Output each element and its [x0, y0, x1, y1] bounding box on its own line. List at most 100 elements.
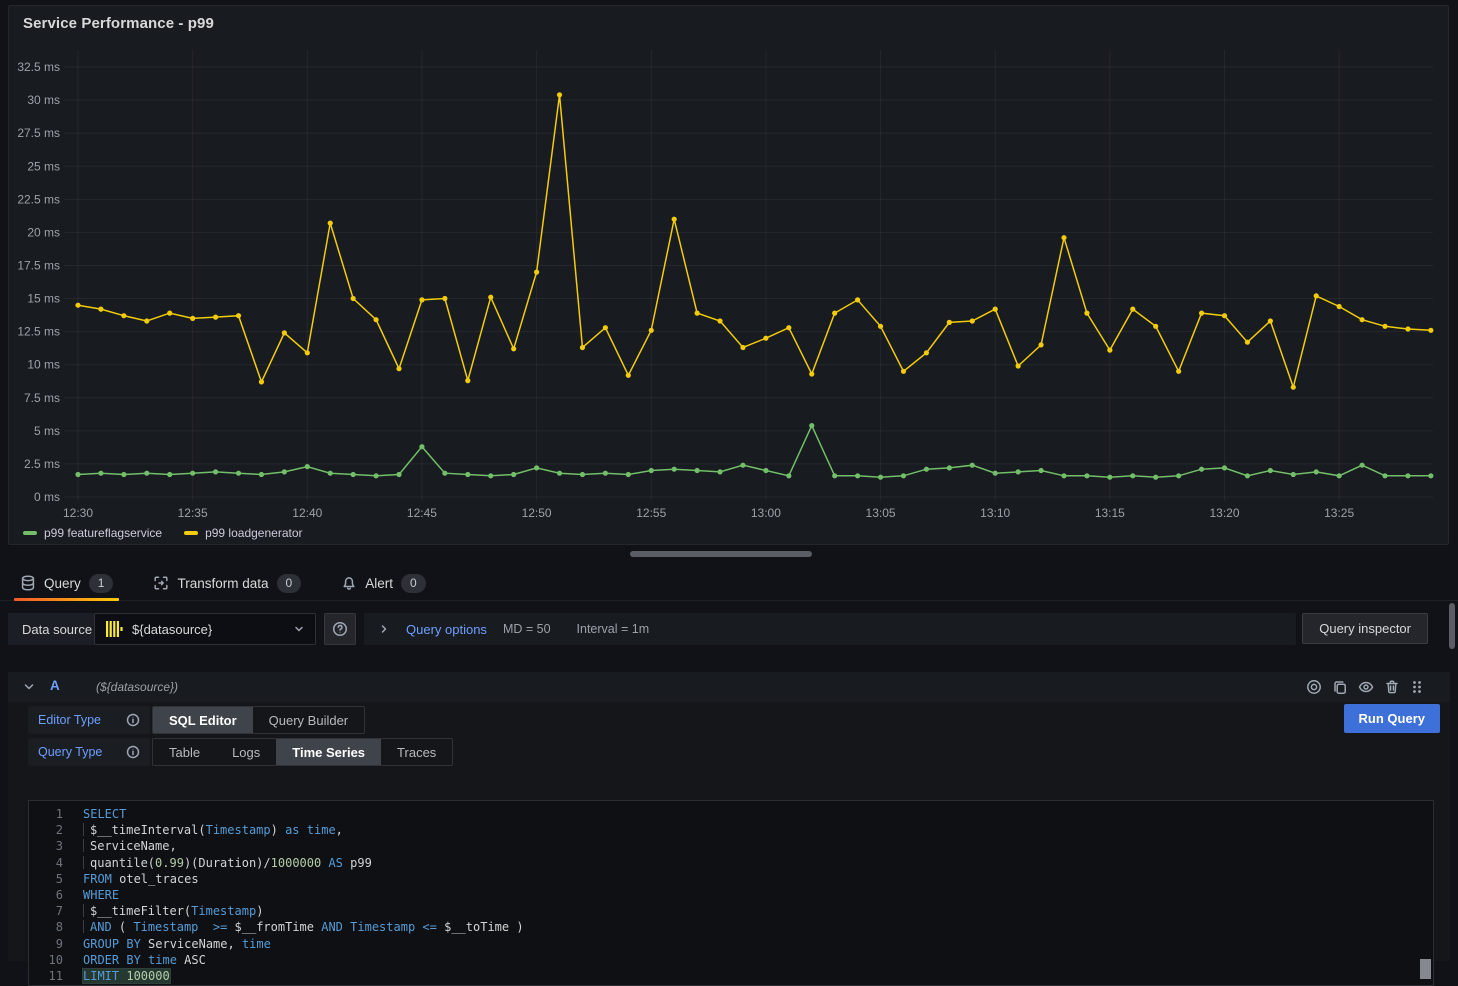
svg-text:12:40: 12:40 — [292, 506, 322, 520]
svg-text:12:30: 12:30 — [63, 506, 93, 520]
query-editor-controls: Editor Type SQL Editor Query Builder Que… — [8, 702, 1450, 961]
editor-type-label: Editor Type — [38, 713, 101, 727]
record-circle-icon[interactable] — [1306, 679, 1322, 695]
question-circle-icon — [332, 621, 348, 637]
clickhouse-logo-icon — [105, 620, 123, 638]
drag-handle-grip-icon[interactable] — [1410, 679, 1424, 695]
line-number: 3 — [29, 838, 63, 854]
legend-swatch-yellow — [184, 531, 198, 535]
segment-query-builder[interactable]: Query Builder — [253, 707, 364, 733]
svg-text:5 ms: 5 ms — [34, 424, 60, 438]
query-inspector-button[interactable]: Query inspector — [1302, 613, 1428, 644]
max-data-points-value: MD = 50 — [503, 622, 551, 636]
timeseries-chart[interactable]: 0 ms2.5 ms5 ms7.5 ms10 ms12.5 ms15 ms17.… — [9, 40, 1449, 528]
svg-text:12:50: 12:50 — [522, 506, 552, 520]
code-text: $__timeFilter(Timestamp) — [63, 903, 263, 919]
line-number: 10 — [29, 952, 63, 968]
code-text: GROUP BY ServiceName, time — [63, 936, 271, 952]
code-line: 6WHERE — [29, 887, 1433, 903]
line-number: 1 — [29, 806, 63, 822]
code-text: FROM otel_traces — [63, 871, 199, 887]
svg-text:0 ms: 0 ms — [34, 490, 60, 504]
editor-tabs: Query 1 Transform data 0 Alert 0 — [0, 566, 1458, 601]
line-number: 4 — [29, 855, 63, 871]
code-text: ServiceName, — [63, 838, 177, 854]
code-line: 5FROM otel_traces — [29, 871, 1433, 887]
datasource-value: ${datasource} — [132, 622, 212, 637]
info-circle-icon[interactable] — [126, 713, 140, 727]
code-text: WHERE — [63, 887, 119, 903]
bell-icon — [341, 575, 357, 591]
duplicate-query-icon[interactable] — [1332, 679, 1348, 695]
code-text: LIMIT 100000 — [63, 968, 170, 984]
tab-count-badge: 0 — [401, 574, 426, 593]
query-datasource-ref: (${datasource}) — [96, 680, 178, 694]
tab-label: Transform data — [177, 576, 268, 591]
query-row-actions — [1306, 679, 1424, 695]
segment-traces[interactable]: Traces — [381, 739, 452, 765]
code-text: AND ( Timestamp >= $__fromTime AND Times… — [63, 919, 524, 935]
code-line: 4quantile(0.99)(Duration)/1000000 AS p99 — [29, 855, 1433, 871]
line-number: 2 — [29, 822, 63, 838]
segment-sql-editor[interactable]: SQL Editor — [153, 707, 253, 733]
datasource-toolbar: Data source ${datasource} — [8, 613, 1450, 645]
query-editor-card: A (${datasource}) — [8, 672, 1450, 961]
tab-query[interactable]: Query 1 — [20, 566, 113, 601]
svg-text:12:55: 12:55 — [636, 506, 666, 520]
run-query-button[interactable]: Run Query — [1344, 704, 1440, 733]
tab-alert[interactable]: Alert 0 — [341, 566, 425, 601]
editor-type-field: Editor Type — [28, 706, 150, 734]
datasource-select[interactable]: ${datasource} — [94, 613, 316, 645]
tab-label: Alert — [365, 576, 393, 591]
legend-item-featureflagservice[interactable]: p99 featureflagservice — [23, 526, 162, 540]
line-number: 9 — [29, 936, 63, 952]
code-text: quantile(0.99)(Duration)/1000000 AS p99 — [63, 855, 372, 871]
query-row-header[interactable]: A (${datasource}) — [8, 672, 1450, 702]
code-line: 8AND ( Timestamp >= $__fromTime AND Time… — [29, 919, 1433, 935]
code-text: $__timeInterval(Timestamp) as time, — [63, 822, 343, 838]
hide-response-eye-icon[interactable] — [1358, 679, 1374, 695]
info-circle-icon[interactable] — [126, 745, 140, 759]
grafana-dashboard: Service Performance - p99 0 ms2.5 ms5 ms… — [0, 0, 1458, 967]
tab-transform-data[interactable]: Transform data 0 — [153, 566, 301, 601]
legend-swatch-green — [23, 531, 37, 535]
svg-text:13:15: 13:15 — [1095, 506, 1125, 520]
line-number: 8 — [29, 919, 63, 935]
svg-text:12:45: 12:45 — [407, 506, 437, 520]
sql-code-editor[interactable]: 1SELECT2$__timeInterval(Timestamp) as ti… — [28, 800, 1434, 986]
line-number: 5 — [29, 871, 63, 887]
svg-text:13:20: 13:20 — [1209, 506, 1239, 520]
line-number: 11 — [29, 968, 63, 984]
segment-time-series[interactable]: Time Series — [276, 739, 381, 765]
svg-text:20 ms: 20 ms — [27, 225, 60, 239]
segment-logs[interactable]: Logs — [216, 739, 276, 765]
segment-table[interactable]: Table — [153, 739, 216, 765]
svg-text:10 ms: 10 ms — [27, 358, 60, 372]
svg-text:13:00: 13:00 — [751, 506, 781, 520]
svg-text:22.5 ms: 22.5 ms — [17, 192, 60, 206]
database-icon — [20, 575, 36, 591]
horizontal-scrollbar-thumb[interactable] — [630, 551, 812, 557]
collapse-chevron-icon[interactable] — [22, 680, 36, 694]
svg-text:30 ms: 30 ms — [27, 93, 60, 107]
query-type-field: Query Type — [28, 738, 150, 766]
code-line: 9GROUP BY ServiceName, time — [29, 936, 1433, 952]
query-options-toggle[interactable]: Query options MD = 50 Interval = 1m — [364, 613, 1296, 645]
chevron-down-icon — [293, 623, 305, 635]
panel-title: Service Performance - p99 — [23, 15, 214, 32]
legend-item-loadgenerator[interactable]: p99 loadgenerator — [184, 526, 302, 540]
code-line: 1SELECT — [29, 806, 1433, 822]
interval-value: Interval = 1m — [577, 622, 650, 636]
delete-query-trash-icon[interactable] — [1384, 679, 1400, 695]
datasource-help-button[interactable] — [324, 613, 356, 645]
editor-type-switcher: SQL Editor Query Builder — [152, 706, 365, 734]
tab-label: Query — [44, 576, 81, 591]
code-line: 10ORDER BY time ASC — [29, 952, 1433, 968]
legend-label: p99 featureflagservice — [44, 526, 162, 540]
tab-count-badge: 0 — [277, 574, 302, 593]
legend-label: p99 loadgenerator — [205, 526, 302, 540]
svg-text:12.5 ms: 12.5 ms — [17, 325, 60, 339]
overview-ruler-thumb[interactable] — [1420, 959, 1431, 979]
query-refid[interactable]: A — [50, 678, 60, 693]
transform-icon — [153, 575, 169, 591]
